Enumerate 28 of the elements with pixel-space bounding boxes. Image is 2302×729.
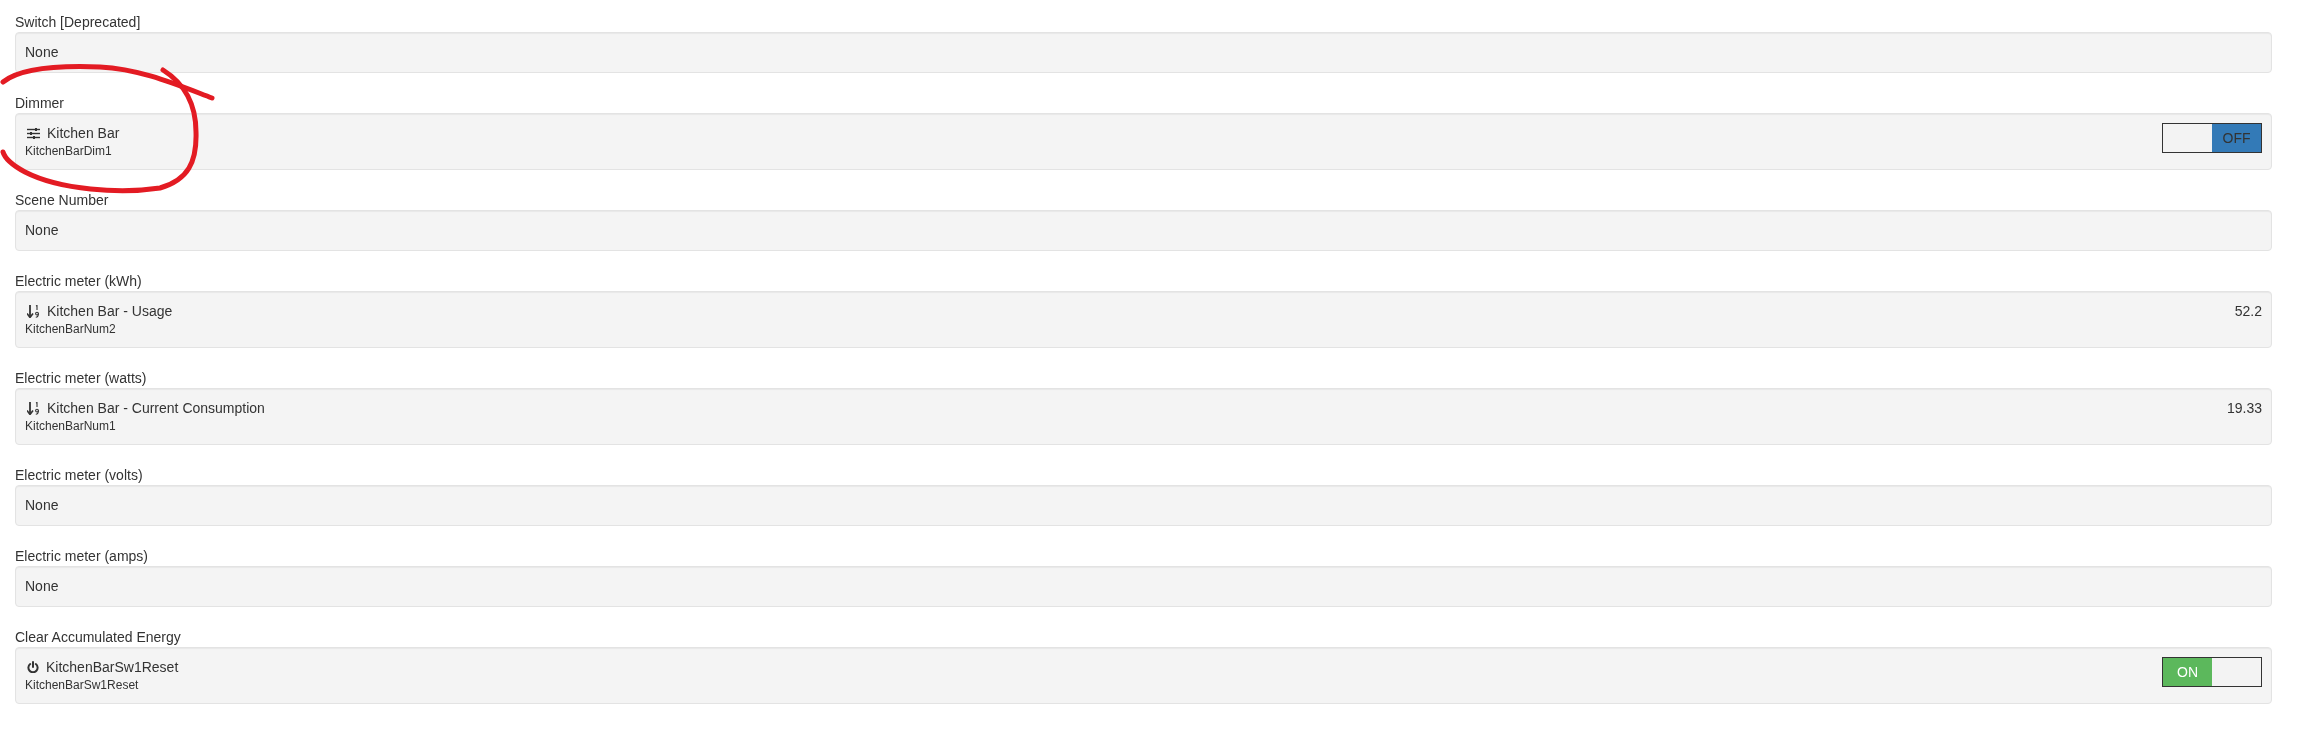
item-name: KitchenBarSw1Reset [25,677,140,693]
sliders-icon [27,127,40,139]
item-name: KitchenBarNum1 [25,418,117,434]
field-label: Electric meter (volts) [15,466,144,485]
empty-state-text: None [25,577,60,596]
field-label: Scene Number [15,191,110,210]
sort-numeric-down-icon [27,401,40,415]
empty-state-text: None [25,221,60,240]
item-title: Kitchen Bar - Usage [47,302,173,321]
item-name: KitchenBarDim1 [25,143,113,159]
empty-state-text: None [25,43,60,62]
item-value: 52.2 [2234,302,2262,321]
sort-numeric-down-icon [27,304,40,318]
power-icon [27,661,39,673]
item-value: 19.33 [2226,399,2262,418]
item-title: Kitchen Bar [47,124,120,143]
field-label: Electric meter (watts) [15,369,148,388]
field-label: Electric meter (kWh) [15,272,143,291]
field-label: Switch [Deprecated] [15,13,142,32]
toggle-switch[interactable]: OFF [2162,123,2262,153]
item-name: KitchenBarNum2 [25,321,117,337]
item-title: Kitchen Bar - Current Consumption [47,399,265,418]
empty-state-text: None [25,496,60,515]
field-label: Dimmer [15,94,65,113]
field-label: Clear Accumulated Energy [15,628,182,647]
toggle-switch[interactable]: ON [2162,657,2262,687]
item-title: KitchenBarSw1Reset [46,658,179,677]
field-label: Electric meter (amps) [15,547,150,566]
